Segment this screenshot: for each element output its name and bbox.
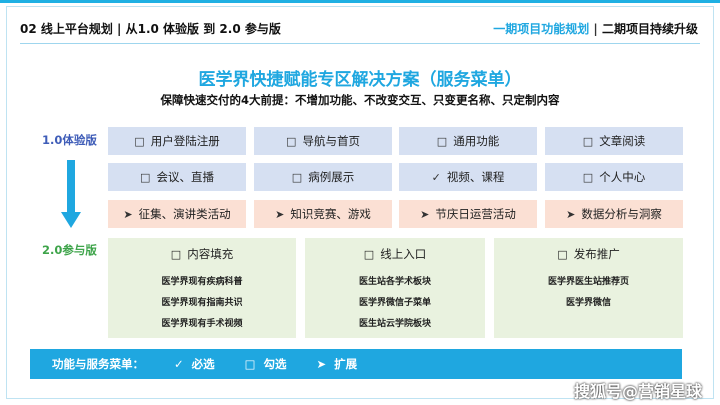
group-item: 医学界微信 <box>565 298 611 308</box>
arrow-icon: ➤ <box>316 357 327 371</box>
legend-optional: □ 勾选 <box>244 357 287 371</box>
group-item: 医学界现有指南共识 <box>161 298 243 308</box>
cell-video-course: ✓ 视频、课程 <box>399 163 537 191</box>
cell-label: 知识竞赛、游戏 <box>290 207 371 221</box>
group-promotion: □ 发布推广 医学界医生站推荐页 医学界微信 <box>494 238 683 338</box>
arrow-icon: ➤ <box>275 207 285 221</box>
cell-label: 视频、课程 <box>446 170 505 184</box>
group-item: 医学界现有手术视频 <box>161 319 243 329</box>
arrow-icon: ➤ <box>420 207 430 221</box>
cell-label: 通用功能 <box>453 134 500 148</box>
legend-required: ✓ 必选 <box>174 357 215 371</box>
phase-one-label: 一期项目功能规划 <box>493 22 590 36</box>
cell-user-login: □ 用户登陆注册 <box>108 127 246 155</box>
square-icon: □ <box>291 170 303 184</box>
check-icon: ✓ <box>174 357 184 371</box>
check-icon: ✓ <box>431 170 441 184</box>
slide-subtitle: 保障快速交付的4大前提：不增加功能、不改变交互、只变更名称、只定制内容 <box>160 93 560 107</box>
cell-label: 文章阅读 <box>599 134 646 148</box>
cell-common-functions: □ 通用功能 <box>399 127 537 155</box>
square-icon: □ <box>140 170 151 184</box>
version-2-label: 2.0参与版 <box>42 243 97 257</box>
top-accent-bar <box>0 0 720 3</box>
header-divider <box>20 43 700 44</box>
cell-article-reading: □ 文章阅读 <box>545 127 683 155</box>
square-icon: □ <box>134 134 145 148</box>
cell-label: 导航与首页 <box>302 134 360 148</box>
group-title: □ 线上入口 <box>363 247 427 261</box>
cell-data-insight: ➤ 数据分析与洞察 <box>545 200 683 228</box>
group-item: 医生站云学院板块 <box>358 319 431 329</box>
group-title: □ 内容填充 <box>170 247 234 261</box>
cell-label: 个人中心 <box>599 170 646 184</box>
section-heading: 02 线上平台规划 | 从1.0 体验版 到 2.0 参与版 <box>20 22 281 36</box>
cell-festival-operation: ➤ 节庆日运营活动 <box>399 200 537 228</box>
square-icon: □ <box>363 248 375 261</box>
cell-label: 会议、直播 <box>156 170 214 184</box>
group-item: 医学界现有疾病科普 <box>161 277 243 287</box>
group-item: 医学界微信子菜单 <box>358 298 431 308</box>
cell-case-display: □ 病例展示 <box>254 163 392 191</box>
group-item: 医生站各学术板块 <box>358 277 431 287</box>
cell-label: 病例展示 <box>308 170 355 184</box>
watermark: 搜狐号@营销星球 <box>573 382 702 401</box>
cell-label: 数据分析与洞察 <box>581 207 662 221</box>
legend-extension: ➤ 扩展 <box>316 357 358 371</box>
group-content-filling: □ 内容填充 医学界现有疾病科普 医学界现有指南共识 医学界现有手术视频 <box>108 238 296 338</box>
square-icon: □ <box>557 248 568 261</box>
arrow-icon: ➤ <box>123 207 133 221</box>
square-icon: □ <box>582 170 594 184</box>
group-item: 医学界医生站推荐页 <box>547 277 629 287</box>
square-icon: □ <box>582 134 594 148</box>
cell-label: 用户登陆注册 <box>150 134 220 148</box>
legend-label: 功能与服务菜单： <box>52 357 144 371</box>
group-online-entry: □ 线上入口 医生站各学术板块 医学界微信子菜单 医生站云学院板块 <box>305 238 485 338</box>
version-1-label: 1.0体验版 <box>42 133 97 147</box>
down-arrow-icon <box>61 160 81 228</box>
cell-navigation: □ 导航与首页 <box>254 127 392 155</box>
legend-bar: 功能与服务菜单： ✓ 必选 □ 勾选 ➤ 扩展 <box>30 349 682 379</box>
phase-separator: | <box>593 22 598 36</box>
cell-label: 征集、演讲类活动 <box>138 207 231 221</box>
phase-two-label: 二期项目持续升级 <box>601 22 698 36</box>
square-icon: □ <box>436 134 448 148</box>
cell-label: 节庆日运营活动 <box>435 207 516 221</box>
square-icon: □ <box>170 248 182 261</box>
group-title: □ 发布推广 <box>557 247 620 261</box>
cell-collection-activity: ➤ 征集、演讲类活动 <box>108 200 246 228</box>
cell-quiz-game: ➤ 知识竞赛、游戏 <box>254 200 392 228</box>
arrow-icon: ➤ <box>566 207 576 221</box>
square-icon: □ <box>286 134 297 148</box>
cell-personal-center: □ 个人中心 <box>545 163 683 191</box>
square-icon: □ <box>244 357 256 371</box>
slide-title: 医学界快捷赋能专区解决方案（服务菜单） <box>198 70 522 90</box>
cell-meeting-live: □ 会议、直播 <box>108 163 246 191</box>
phase-heading: 一期项目功能规划 | 二期项目持续升级 <box>493 20 698 37</box>
